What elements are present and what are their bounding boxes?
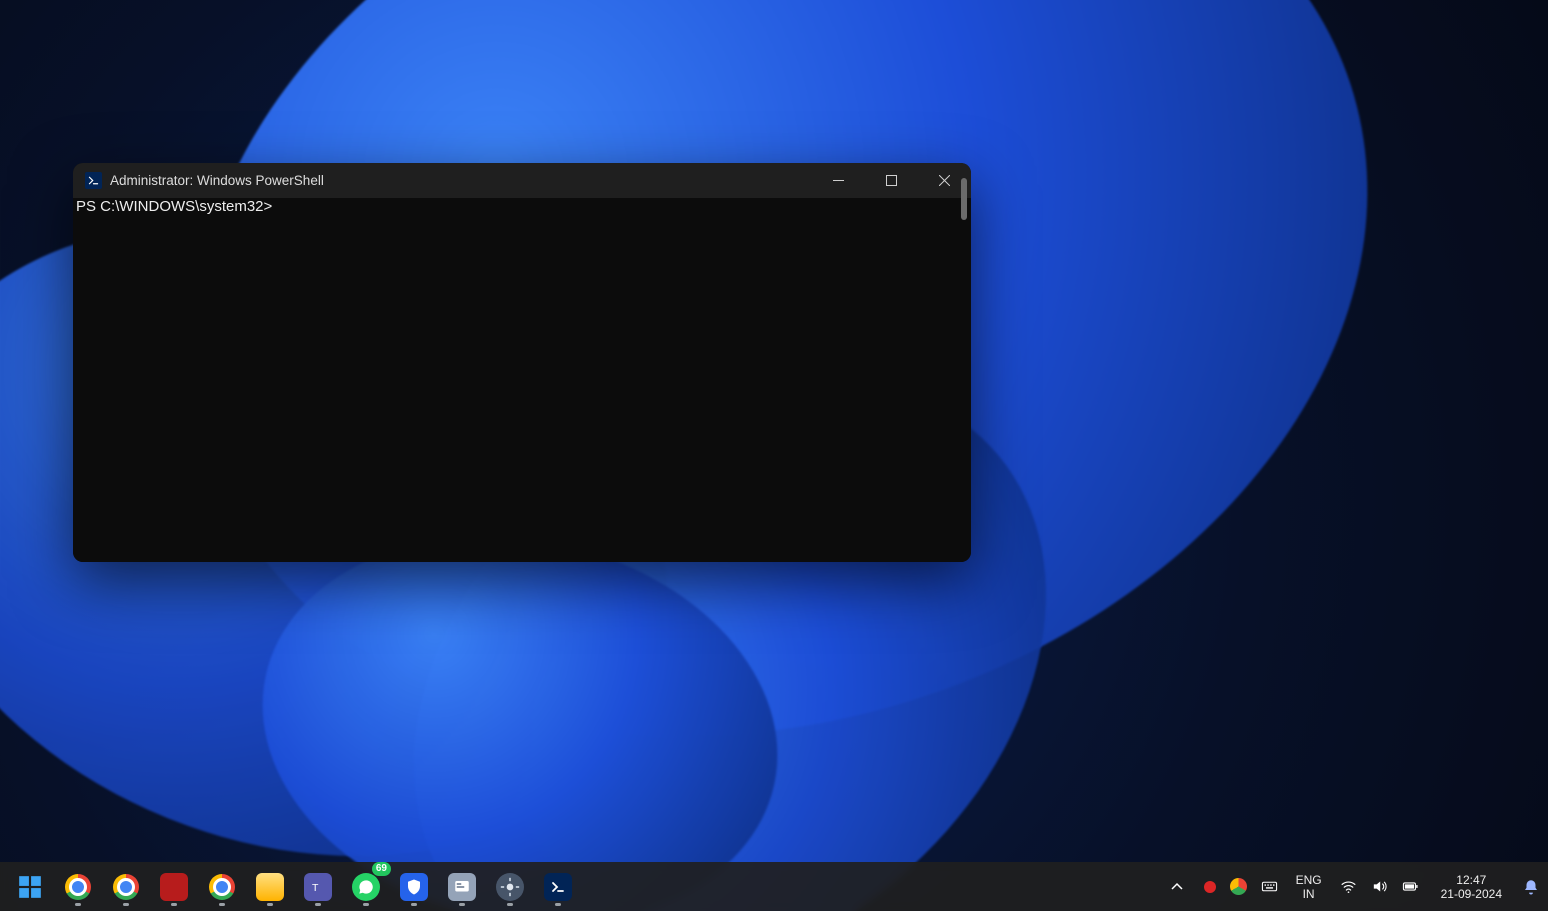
file-explorer-icon xyxy=(256,873,284,901)
battery-icon xyxy=(1402,878,1419,895)
tray-icons[interactable] xyxy=(1194,862,1288,911)
whatsapp-badge: 69 xyxy=(372,862,391,876)
windows-start-icon xyxy=(17,874,43,900)
maximize-button[interactable] xyxy=(865,163,918,198)
taskbar-app-chrome[interactable] xyxy=(200,865,244,909)
taskbar-start-button[interactable] xyxy=(8,865,52,909)
tray-recording-icon[interactable] xyxy=(1204,881,1216,893)
bell-icon xyxy=(1522,878,1540,896)
keyboard-icon[interactable] xyxy=(1261,878,1278,895)
terminal-prompt: PS C:\WINDOWS\system32> xyxy=(76,198,272,215)
chrome-icon xyxy=(112,873,140,901)
tray-clock[interactable]: 12:47 21-09-2024 xyxy=(1429,862,1514,911)
whatsapp-icon xyxy=(352,873,380,901)
language-code: ENG xyxy=(1296,873,1322,887)
teams-icon: T xyxy=(304,873,332,901)
taskbar-app-security[interactable] xyxy=(392,865,436,909)
terminal-body[interactable]: PS C:\WINDOWS\system32> xyxy=(73,198,971,562)
chevron-up-icon xyxy=(1170,880,1184,894)
shield-icon xyxy=(400,873,428,901)
taskbar-app-chrome[interactable] xyxy=(104,865,148,909)
taskbar-app-config[interactable] xyxy=(440,865,484,909)
red-app-icon xyxy=(160,873,188,901)
taskbar-app-chrome[interactable] xyxy=(56,865,100,909)
taskbar-app-teams[interactable]: T xyxy=(296,865,340,909)
wifi-icon xyxy=(1340,878,1357,895)
minimize-button[interactable] xyxy=(812,163,865,198)
svg-text:T: T xyxy=(312,881,319,893)
taskbar-app-whatsapp[interactable]: 69 xyxy=(344,865,388,909)
clock-time: 12:47 xyxy=(1456,873,1486,887)
tray-chrome-icon[interactable] xyxy=(1230,878,1247,895)
taskbar-app-red[interactable] xyxy=(152,865,196,909)
taskbar: T 69 xyxy=(0,862,1548,911)
chrome-icon xyxy=(208,873,236,901)
powershell-icon xyxy=(85,172,102,189)
powershell-icon xyxy=(544,873,572,901)
chrome-icon xyxy=(64,873,92,901)
tray-notifications[interactable] xyxy=(1514,862,1548,911)
window-titlebar[interactable]: Administrator: Windows PowerShell xyxy=(73,163,971,198)
window-title: Administrator: Windows PowerShell xyxy=(110,173,324,188)
taskbar-app-powershell[interactable] xyxy=(536,865,580,909)
powershell-window[interactable]: Administrator: Windows PowerShell PS C:\… xyxy=(73,163,971,562)
config-icon xyxy=(448,873,476,901)
taskbar-app-settings[interactable] xyxy=(488,865,532,909)
terminal-scrollbar-thumb[interactable] xyxy=(961,178,967,220)
language-region: IN xyxy=(1303,887,1315,901)
taskbar-tray-area: ENG IN 12:47 21-09-2024 xyxy=(1160,862,1548,911)
clock-date: 21-09-2024 xyxy=(1441,887,1502,901)
taskbar-app-file-explorer[interactable] xyxy=(248,865,292,909)
tray-network-sound-battery[interactable] xyxy=(1330,862,1429,911)
tray-overflow-button[interactable] xyxy=(1160,862,1194,911)
taskbar-app-area: T 69 xyxy=(0,865,580,909)
window-controls xyxy=(812,163,971,198)
gear-icon xyxy=(496,873,524,901)
speaker-icon xyxy=(1371,878,1388,895)
tray-language[interactable]: ENG IN xyxy=(1288,862,1330,911)
